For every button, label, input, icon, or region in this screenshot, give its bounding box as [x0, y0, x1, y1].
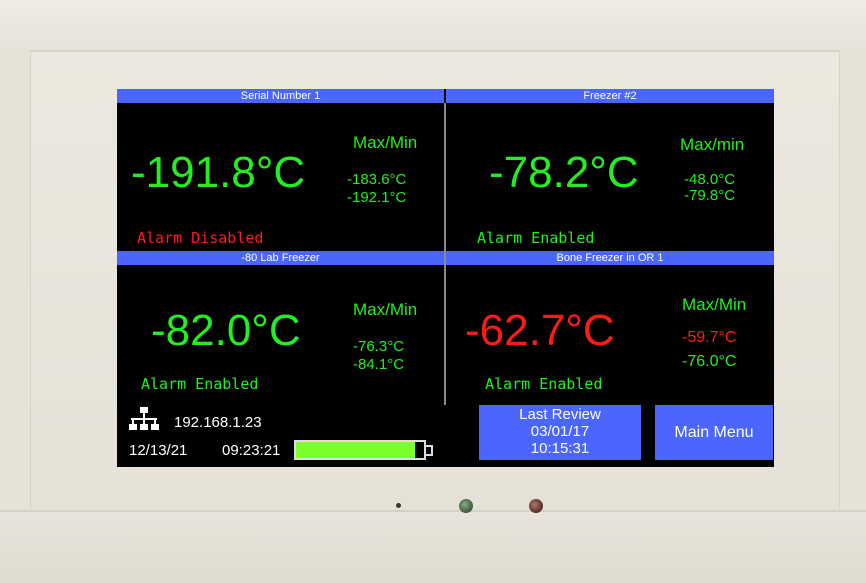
- temperature-reading: -62.7°C: [465, 306, 615, 355]
- min-value: -79.8°C: [684, 187, 736, 204]
- last-review-date: 03/01/17: [530, 423, 590, 440]
- alarm-status: Alarm Enabled: [141, 375, 259, 393]
- red-indicator-light: [529, 499, 543, 513]
- battery-fill: [296, 442, 415, 458]
- max-value: -59.7°C: [682, 329, 737, 346]
- alarm-status: Alarm Enabled: [485, 375, 603, 393]
- maxmin-label: Max/Min: [682, 295, 747, 314]
- device-top-bezel: [0, 0, 866, 52]
- device-right-bezel: [839, 50, 866, 510]
- maxmin-label: Max/min: [680, 135, 745, 154]
- current-date: 12/13/21: [129, 442, 188, 459]
- panel-header-freezer-2: Freezer #2: [446, 89, 774, 103]
- min-value: -192.1°C: [347, 189, 407, 206]
- temperature-reading: -78.2°C: [489, 148, 639, 197]
- alarm-status: Alarm Enabled: [477, 229, 595, 247]
- sensor-hole: [396, 503, 401, 508]
- green-indicator-light: [459, 499, 473, 513]
- alarm-status: Alarm Disabled: [137, 229, 264, 247]
- panel-header-bone-freezer: Bone Freezer in OR 1: [446, 251, 774, 265]
- last-review-button[interactable]: Last Review 03/01/17 10:15:31: [479, 405, 641, 460]
- panel-header-serial-number-1: Serial Number 1: [117, 89, 444, 103]
- max-value: -183.6°C: [347, 171, 407, 188]
- temperature-reading: -191.8°C: [131, 148, 306, 197]
- maxmin-label: Max/Min: [353, 300, 418, 319]
- max-value: -76.3°C: [353, 338, 405, 355]
- monitor-device: Serial Number 1 Freezer #2 -191.8°C Max/…: [0, 0, 866, 583]
- last-review-label: Last Review: [519, 406, 601, 423]
- last-review-time: 10:15:31: [530, 440, 590, 457]
- device-left-bezel: [0, 50, 31, 510]
- temperature-reading: -82.0°C: [151, 306, 301, 355]
- battery-icon: [294, 440, 433, 460]
- device-bottom-bezel: [0, 510, 866, 583]
- min-value: -76.0°C: [682, 353, 737, 370]
- maxmin-label: Max/Min: [353, 133, 418, 152]
- panel-header-80-lab-freezer: -80 Lab Freezer: [117, 251, 444, 265]
- min-value: -84.1°C: [353, 356, 405, 373]
- current-time: 09:23:21: [222, 442, 281, 459]
- display-screen: Serial Number 1 Freezer #2 -191.8°C Max/…: [117, 89, 774, 467]
- ip-address: 192.168.1.23: [174, 414, 262, 431]
- main-menu-button[interactable]: Main Menu: [655, 405, 773, 460]
- network-icon: [129, 407, 159, 430]
